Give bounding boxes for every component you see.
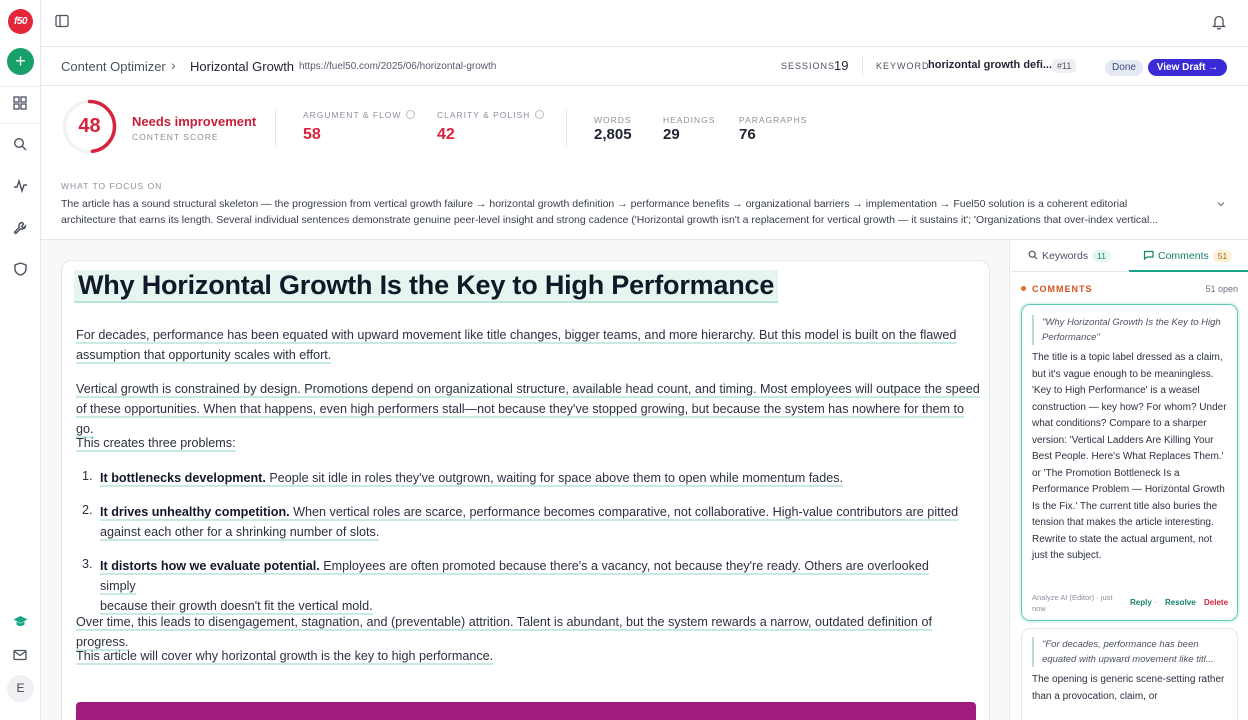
article-editor[interactable]: Why Horizontal Growth Is the Key to High… [61, 260, 990, 720]
info-icon[interactable] [535, 110, 545, 119]
comment-body: The opening is generic scene-setting rat… [1032, 674, 1225, 702]
brand-logo[interactable]: f50 [8, 9, 33, 34]
argument-flow-value: 58 [303, 126, 321, 143]
done-button[interactable]: Done [1105, 60, 1143, 76]
headings-label: HEADINGS [663, 115, 716, 125]
rail-divider [0, 123, 40, 124]
breadcrumb-root[interactable]: Content Optimizer [61, 59, 166, 74]
list-item[interactable]: It drives unhealthy competition. When ve… [100, 502, 960, 542]
list-number: 2. [82, 503, 93, 517]
comment-card[interactable]: "Why Horizontal Growth Is the Key to Hig… [1021, 304, 1238, 621]
chevron-right-icon: › [171, 57, 176, 73]
info-icon[interactable] [406, 110, 416, 119]
resolve-button[interactable]: Resolve [1165, 598, 1196, 607]
active-tab-indicator [1129, 270, 1248, 272]
list-number: 3. [82, 557, 93, 571]
comment-body: The title is a topic label dressed as a … [1032, 352, 1227, 561]
comment-card[interactable]: "For decades, performance has been equat… [1021, 628, 1238, 720]
keyword-value[interactable]: horizontal growth defi... [928, 59, 1052, 71]
comments-panel: Keywords 11 Comments 51 COMMENTS 51 open "… [1011, 240, 1248, 720]
comment-author: Analyze AI (Editor) · just now [1032, 593, 1113, 613]
headings-value: 29 [663, 126, 680, 143]
open-comments-count: 51 open [1205, 284, 1238, 294]
score-summary: 48 Needs improvement CONTENT SCORE ARGUM… [41, 86, 1248, 169]
sidebar-toggle-icon[interactable] [55, 14, 71, 30]
content-score-value: 48 [78, 115, 101, 137]
status-dot [1021, 286, 1026, 291]
new-button[interactable]: + [7, 48, 34, 75]
tab-keywords[interactable]: Keywords 11 [1028, 250, 1111, 272]
tab-comments[interactable]: Comments 51 [1143, 250, 1233, 272]
plus-icon: + [15, 51, 26, 71]
list-item[interactable]: It bottlenecks development. People sit i… [100, 468, 960, 488]
words-label: WORDS [594, 115, 632, 125]
action-separator: · [1195, 598, 1198, 607]
left-rail: f50 + E [0, 0, 41, 720]
paragraphs-label: PARAGRAPHS [739, 115, 808, 125]
view-draft-button[interactable]: View Draft → [1148, 59, 1227, 76]
comments-heading: COMMENTS [1021, 284, 1093, 294]
paragraph[interactable]: This article will cover why horizontal g… [76, 646, 981, 666]
comment-quote: "Why Horizontal Growth Is the Key to Hig… [1032, 315, 1227, 345]
metric-divider [275, 110, 276, 146]
score-sublabel: CONTENT SCORE [132, 132, 219, 142]
wrench-icon[interactable] [10, 218, 30, 238]
breadcrumb-current: Horizontal Growth [190, 59, 295, 74]
search-icon[interactable] [10, 134, 30, 154]
score-status: Needs improvement [132, 114, 257, 129]
list-number: 1. [82, 469, 93, 483]
page-url[interactable]: https://fuel50.com/2025/06/horizontal-gr… [299, 61, 496, 72]
top-bar [41, 0, 1248, 47]
paragraphs-value: 76 [739, 126, 756, 143]
keyword-label: KEYWORD [876, 61, 930, 71]
focus-summary: WHAT TO FOCUS ON The article has a sound… [41, 169, 1248, 240]
sessions-value: 19 [834, 58, 849, 73]
chevron-down-icon[interactable] [1216, 196, 1228, 208]
paragraph[interactable]: This creates three problems: [76, 433, 981, 453]
comment-icon [1143, 250, 1154, 261]
delete-button[interactable]: Delete [1204, 598, 1228, 607]
clarity-polish-label: CLARITY & POLISH [437, 110, 545, 120]
search-icon [1028, 250, 1038, 260]
paragraph[interactable]: Vertical growth is constrained by design… [76, 379, 981, 439]
activity-icon[interactable] [10, 176, 30, 196]
header-divider [862, 57, 863, 75]
paragraph[interactable]: For decades, performance has been equate… [76, 325, 981, 365]
mail-icon[interactable] [10, 645, 30, 665]
dashboard-icon[interactable] [10, 93, 30, 113]
sessions-label: SESSIONS [781, 61, 836, 71]
focus-text: The article has a sound structural skele… [61, 198, 1159, 226]
keyword-rank-badge: #11 [1052, 59, 1077, 73]
comment-quote: "For decades, performance has been equat… [1032, 637, 1227, 667]
comments-count-badge: 51 [1212, 250, 1233, 262]
bell-icon[interactable] [1211, 14, 1228, 32]
graduation-cap-icon[interactable] [10, 611, 30, 631]
shield-icon[interactable] [10, 259, 30, 279]
list-item[interactable]: It distorts how we evaluate potential. E… [100, 556, 960, 616]
reply-button[interactable]: Reply [1130, 598, 1152, 607]
rail-divider [0, 86, 40, 87]
metric-divider [566, 110, 567, 146]
action-separator: · [1154, 598, 1157, 607]
words-value: 2,805 [594, 126, 632, 143]
keywords-count-badge: 11 [1092, 250, 1111, 262]
page-header: Content Optimizer › Horizontal Growth ht… [41, 47, 1248, 86]
article-title[interactable]: Why Horizontal Growth Is the Key to High… [74, 270, 779, 303]
focus-label: WHAT TO FOCUS ON [61, 181, 163, 191]
avatar[interactable]: E [7, 675, 34, 702]
argument-flow-label: ARGUMENT & FLOW [303, 110, 416, 120]
article-pane: Why Horizontal Growth Is the Key to High… [41, 240, 1010, 720]
clarity-polish-value: 42 [437, 126, 455, 143]
article-banner-image [76, 702, 976, 720]
